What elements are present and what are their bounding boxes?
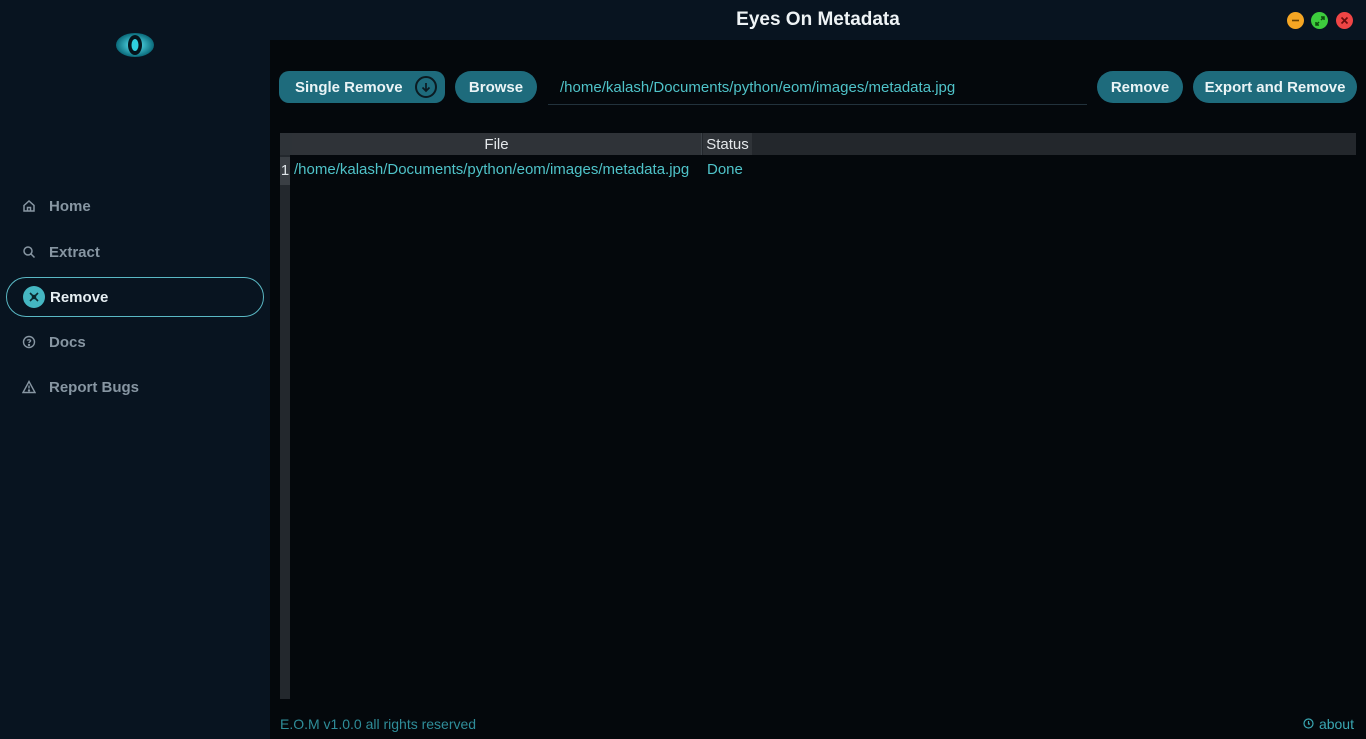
sidebar-item-report-bugs[interactable]: Report Bugs	[6, 367, 264, 407]
remove-button[interactable]: Remove	[1097, 71, 1183, 103]
mode-select[interactable]: Single Remove	[279, 71, 445, 103]
info-icon	[1303, 716, 1314, 732]
eye-icon	[113, 28, 157, 62]
sidebar-item-home[interactable]: Home	[6, 186, 264, 226]
row-gutter	[280, 155, 290, 699]
export-and-remove-button[interactable]: Export and Remove	[1193, 71, 1357, 103]
table-cell-status[interactable]: Done	[707, 157, 743, 183]
minimize-button[interactable]	[1287, 12, 1304, 29]
title-bar: Eyes On Metadata	[270, 0, 1366, 40]
about-label: about	[1318, 716, 1354, 732]
copyright-text: E.O.M v1.0.0 all rights reserved	[280, 716, 477, 732]
column-header-file[interactable]: File	[292, 133, 702, 155]
warning-icon	[22, 380, 44, 394]
close-button[interactable]	[1336, 12, 1353, 29]
sidebar-item-label: Home	[49, 197, 91, 215]
mode-select-label: Single Remove	[295, 78, 403, 96]
sidebar-item-remove[interactable]: Remove	[6, 277, 264, 317]
search-icon	[22, 245, 44, 259]
remove-icon-wrapper	[23, 286, 45, 308]
remove-icon	[23, 286, 45, 308]
sidebar-item-docs[interactable]: Docs	[6, 322, 264, 362]
sidebar-item-extract[interactable]: Extract	[6, 232, 264, 272]
file-path-input[interactable]	[548, 71, 1087, 105]
sidebar-item-label: Extract	[49, 243, 100, 261]
maximize-button[interactable]	[1311, 12, 1328, 29]
row-number[interactable]: 1	[280, 157, 290, 185]
window-title: Eyes On Metadata	[736, 9, 900, 30]
help-circle-icon	[22, 335, 44, 349]
results-table: File Status 1 /home/kalash/Documents/pyt…	[280, 133, 1356, 699]
table-corner	[280, 133, 292, 155]
sidebar: Home Extract Remove Docs Report Bugs	[0, 0, 270, 739]
sidebar-item-label: Docs	[49, 333, 86, 351]
browse-button[interactable]: Browse	[455, 71, 537, 103]
about-link[interactable]: about	[1303, 716, 1354, 732]
home-icon	[22, 199, 44, 213]
chevron-down-icon	[415, 76, 437, 98]
table-header: File Status	[280, 133, 1356, 155]
table-cell-file[interactable]: /home/kalash/Documents/python/eom/images…	[294, 157, 689, 183]
column-header-status[interactable]: Status	[703, 133, 752, 155]
sidebar-item-label: Remove	[50, 288, 109, 306]
sidebar-item-label: Report Bugs	[49, 378, 139, 396]
